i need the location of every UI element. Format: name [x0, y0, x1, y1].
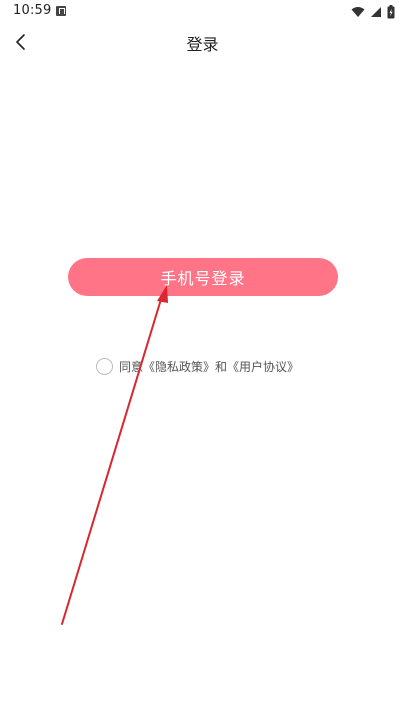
page-title: 登录 [186, 35, 219, 54]
agreement-conjunction: 和 [215, 359, 228, 374]
user-agreement-link[interactable]: 《用户协议》 [227, 360, 299, 374]
agreement-prefix: 同意 [119, 359, 144, 374]
signal-icon [371, 7, 381, 17]
login-screen: 10:59 登录 手机号登录 同意《隐私政策》和《用户协议》 [0, 0, 405, 720]
battery-icon [387, 5, 395, 19]
agreement-checkbox[interactable] [96, 357, 113, 375]
agreement-row: 同意《隐私政策》和《用户协议》 [96, 356, 299, 376]
privacy-policy-link[interactable]: 《隐私政策》 [143, 360, 215, 374]
status-bar: 10:59 [0, 0, 405, 24]
app-bar: 登录 [0, 24, 405, 60]
wifi-icon [351, 7, 365, 17]
status-time: 10:59 [13, 3, 52, 18]
notification-icon [56, 6, 66, 16]
status-icons [351, 4, 395, 20]
phone-login-button[interactable]: 手机号登录 [68, 258, 338, 296]
agreement-text: 同意《隐私政策》和《用户协议》 [119, 358, 299, 375]
